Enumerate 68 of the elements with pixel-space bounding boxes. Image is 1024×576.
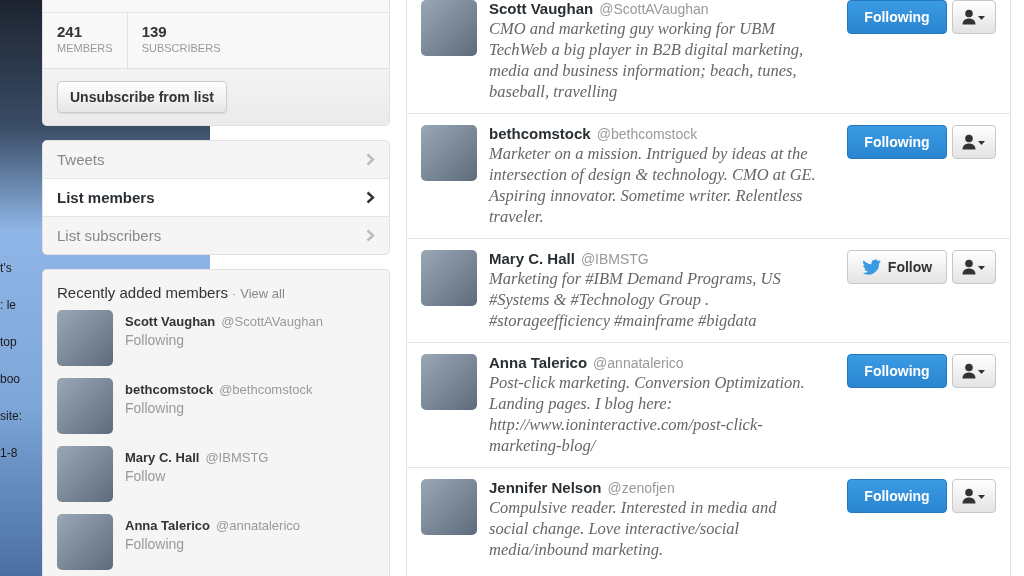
member-handle: @ScottAVaughan bbox=[599, 1, 709, 17]
chevron-right-icon bbox=[366, 229, 375, 242]
avatar-placeholder[interactable] bbox=[421, 479, 477, 535]
member-handle: @bethcomstock bbox=[219, 382, 313, 397]
chevron-right-icon bbox=[366, 191, 375, 204]
member-name[interactable]: Anna Talerico bbox=[125, 518, 210, 533]
user-actions-button[interactable] bbox=[952, 125, 996, 159]
member-name[interactable]: bethcomstock bbox=[125, 382, 214, 397]
member-name[interactable]: Mary C. Hall bbox=[489, 250, 575, 267]
chevron-right-icon bbox=[366, 153, 375, 166]
member-handle: @zenofjen bbox=[607, 480, 675, 496]
user-actions-button[interactable] bbox=[952, 0, 996, 34]
unsubscribe-button[interactable]: Unsubscribe from list bbox=[57, 81, 227, 113]
background-text: site: bbox=[0, 408, 23, 425]
stat-value: 139 bbox=[141, 23, 168, 40]
stat-label: MEMBERS bbox=[57, 42, 113, 54]
member-handle: @IBMSTG bbox=[205, 450, 269, 465]
member-handle: @bethcomstock bbox=[596, 126, 698, 142]
separator-dot: · bbox=[231, 286, 237, 301]
nav-label: List subscribers bbox=[57, 227, 162, 244]
background-text: 1-8 bbox=[0, 445, 19, 462]
background-text: boo bbox=[0, 371, 22, 388]
member-bio: CMO and marketing guy working for UBM TechWeb a big player in B2B digital marketing, media and business information; beach, tunes, baseball, travelling bbox=[489, 18, 805, 102]
follow-button[interactable]: Follow bbox=[847, 250, 947, 284]
follow-status: Following bbox=[125, 332, 186, 348]
follow-status: Following bbox=[125, 400, 186, 416]
member-handle: @annatalerico bbox=[593, 355, 684, 371]
member-name[interactable]: Scott Vaughan bbox=[489, 0, 594, 17]
person-caret-icon bbox=[962, 259, 986, 275]
stat-value: 241 bbox=[57, 23, 84, 40]
bird-icon bbox=[861, 259, 882, 275]
nav-label: List members bbox=[57, 189, 155, 206]
avatar-placeholder[interactable] bbox=[57, 310, 113, 366]
user-actions-button[interactable] bbox=[952, 354, 996, 388]
avatar-placeholder[interactable] bbox=[57, 378, 113, 434]
avatar-placeholder[interactable] bbox=[421, 354, 477, 410]
member-name[interactable]: bethcomstock bbox=[489, 125, 591, 142]
background-text: top bbox=[0, 334, 18, 351]
member-bio: Marketing for #IBM Demand Programs, US #Systems & #Technology Group . #storageefficiency #mainframe #bigdata bbox=[489, 268, 782, 331]
nav-label: Tweets bbox=[57, 151, 105, 168]
person-caret-icon bbox=[962, 134, 986, 150]
person-caret-icon bbox=[962, 488, 986, 504]
member-name[interactable]: Mary C. Hall bbox=[125, 450, 200, 465]
member-name[interactable]: Anna Talerico bbox=[489, 354, 588, 371]
follow-status: Following bbox=[125, 536, 186, 552]
member-bio: Marketer on a mission. Intrigued by ideas at the intersection of design & technology. CMO at GE. Aspiring innovator. Sometime writer. Relentless traveler. bbox=[489, 143, 817, 227]
avatar-placeholder[interactable] bbox=[421, 125, 477, 181]
person-caret-icon bbox=[962, 9, 986, 25]
user-actions-button[interactable] bbox=[952, 479, 996, 513]
member-name[interactable]: Jennifer Nelson bbox=[489, 479, 602, 496]
avatar-placeholder[interactable] bbox=[421, 250, 477, 306]
avatar-placeholder[interactable] bbox=[421, 0, 477, 56]
avatar-placeholder[interactable] bbox=[57, 446, 113, 502]
recent-members-title: Recently added members bbox=[57, 284, 228, 301]
avatar-placeholder[interactable] bbox=[57, 514, 113, 570]
background-text: : le bbox=[0, 297, 17, 314]
member-handle: @IBMSTG bbox=[580, 251, 649, 267]
stat-label: SUBSCRIBERS bbox=[141, 42, 221, 54]
member-name[interactable]: Scott Vaughan bbox=[125, 314, 216, 329]
user-actions-button[interactable] bbox=[952, 250, 996, 284]
background-text: t's bbox=[0, 260, 13, 277]
follow-status: Follow bbox=[125, 468, 167, 484]
person-caret-icon bbox=[962, 363, 986, 379]
member-handle: @annatalerico bbox=[216, 518, 301, 533]
member-handle: @ScottAVaughan bbox=[221, 314, 323, 329]
member-bio: Compulsive reader. Interested in media and social change. Love interactive/social media/inbound marketing. bbox=[489, 497, 778, 560]
nav-item[interactable]: List members bbox=[43, 178, 389, 216]
member-bio: Post-click marketing. Conversion Optimization. Landing pages. I blog here: http://www.ioninteractive.com/post-click-marketing-blog/ bbox=[489, 372, 806, 456]
